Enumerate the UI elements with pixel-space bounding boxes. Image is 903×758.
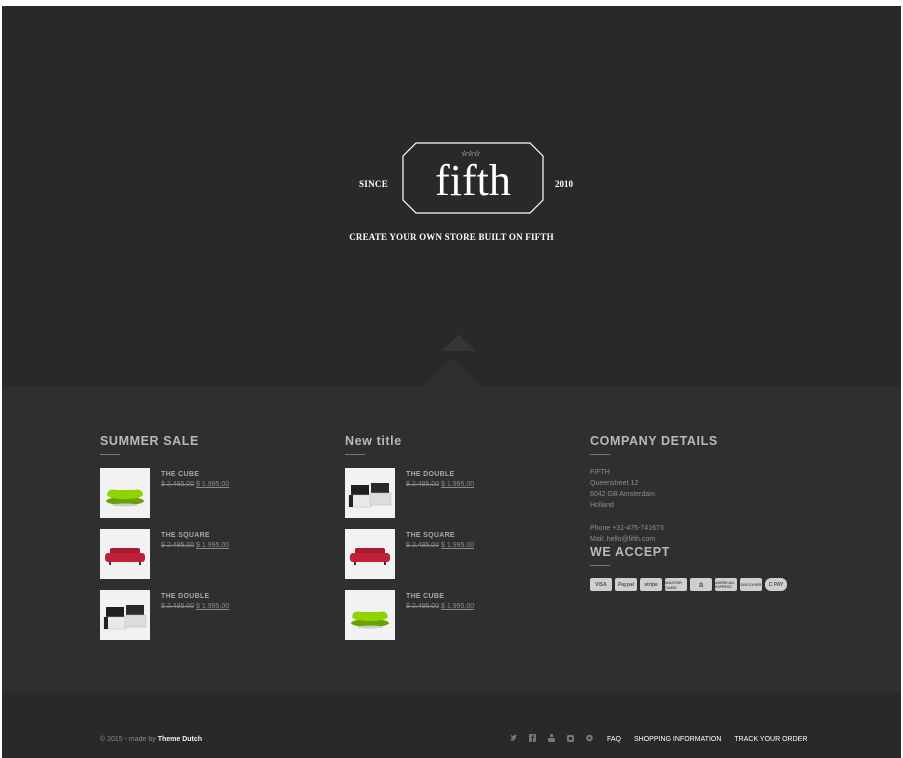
new-price[interactable]: $ 1.995,00 [441, 603, 474, 610]
product-item[interactable]: THE DOUBLE $ 2.495,00 $ 1.995,00 [100, 590, 320, 640]
summer-sale-title: SUMMER SALE [100, 434, 199, 448]
mastercard-icon: MASTER CARD [665, 578, 687, 591]
company-street: Queenstreet 12 [590, 480, 639, 487]
product-image[interactable] [345, 468, 395, 518]
logo-year: 2010 [555, 179, 573, 189]
company-city: 6042 GB Amsterdam [590, 491, 655, 498]
new-price[interactable]: $ 1.995,00 [441, 542, 474, 549]
cpay-icon: C PAY [765, 578, 787, 591]
company-address: FIFTH Queenstreet 12 6042 GB Amsterdam H… [590, 467, 787, 545]
youtube-icon[interactable] [548, 734, 555, 742]
hero-tagline: CREATE YOUR OWN STORE BUILT ON FIFTH [349, 232, 554, 242]
american-express-icon: AMERICAN EXPRESS [715, 578, 737, 591]
red-sofa-icon [350, 548, 390, 565]
green-sofa-icon [351, 611, 389, 629]
we-accept-title: WE ACCEPT [590, 545, 670, 559]
new-price[interactable]: $ 1.995,00 [441, 481, 474, 488]
discover-icon: DISCOVER [740, 578, 762, 591]
company-details-column: COMPANY DETAILS FIFTH Queenstreet 12 604… [590, 434, 787, 591]
product-price: $ 2.495,00 $ 1.995,00 [406, 603, 474, 610]
old-price: $ 2.495,00 [161, 603, 195, 610]
theme-dutch-link[interactable]: Theme Dutch [158, 736, 202, 743]
product-name: THE SQUARE [406, 532, 455, 539]
twitter-icon[interactable] [510, 734, 517, 742]
footer-links: FAQ SHOPPING INFORMATION TRACK YOUR ORDE… [607, 736, 807, 743]
product-image[interactable] [100, 468, 150, 518]
new-title-heading: New title [345, 434, 402, 448]
old-price: $ 2.495,00 [406, 603, 440, 610]
new-price[interactable]: $ 1.995,00 [196, 542, 229, 549]
payment-methods: VISA Paypal stripe MASTER CARD a AMERICA… [590, 578, 787, 591]
company-name: FIFTH [590, 469, 610, 476]
product-item[interactable]: THE CUBE $ 2.495,00 $ 1.995,00 [345, 590, 565, 640]
black-white-sofa-icon [103, 605, 147, 630]
new-price[interactable]: $ 1.995,00 [196, 603, 229, 610]
product-image[interactable] [100, 590, 150, 640]
product-name: THE DOUBLE [161, 593, 210, 600]
red-sofa-icon [105, 548, 145, 565]
instagram-icon[interactable] [567, 734, 574, 742]
old-price: $ 2.495,00 [406, 481, 440, 488]
amazon-icon: a [690, 578, 712, 591]
product-item[interactable]: THE SQUARE $ 2.495,00 $ 1.995,00 [100, 529, 320, 579]
old-price: $ 2.495,00 [161, 481, 195, 488]
footer-panel: SUMMER SALE THE CUBE $ 2.495,00 $ 1.995,… [2, 358, 901, 692]
panel-notch [422, 358, 482, 386]
copyright-text: © 2015 - made by [100, 736, 156, 743]
black-white-sofa-icon [348, 483, 392, 508]
product-image[interactable] [100, 529, 150, 579]
summer-sale-column: SUMMER SALE THE CUBE $ 2.495,00 $ 1.995,… [100, 434, 229, 645]
product-price: $ 2.495,00 $ 1.995,00 [406, 542, 474, 549]
product-name: THE DOUBLE [406, 471, 455, 478]
company-country: Holland [590, 502, 614, 509]
paypal-icon: Paypal [615, 578, 637, 591]
product-item[interactable]: THE SQUARE $ 2.495,00 $ 1.995,00 [345, 529, 565, 579]
page-frame: SINCE ☆☆☆ fifth 2010 CREATE YOUR OWN STO… [2, 6, 901, 758]
product-name: THE CUBE [406, 593, 445, 600]
copyright: © 2015 - made by Theme Dutch [100, 736, 202, 743]
title-underline [590, 565, 610, 566]
stripe-icon: stripe [640, 578, 662, 591]
product-image[interactable] [345, 529, 395, 579]
product-price: $ 2.495,00 $ 1.995,00 [161, 481, 229, 488]
logo-wordmark: fifth [435, 156, 511, 205]
product-price: $ 2.495,00 $ 1.995,00 [406, 481, 474, 488]
old-price: $ 2.495,00 [406, 542, 440, 549]
company-mail[interactable]: Mail: hello@fifth.com [590, 534, 787, 545]
green-sofa-icon [106, 489, 144, 507]
product-item[interactable]: THE CUBE $ 2.495,00 $ 1.995,00 [100, 468, 320, 518]
facebook-icon[interactable] [529, 734, 536, 742]
product-image[interactable] [345, 590, 395, 640]
hero-section: SINCE ☆☆☆ fifth 2010 CREATE YOUR OWN STO… [2, 6, 901, 386]
pinterest-icon[interactable] [586, 734, 593, 742]
product-price: $ 2.495,00 $ 1.995,00 [161, 542, 229, 549]
title-underline [590, 454, 610, 455]
company-details-title: COMPANY DETAILS [590, 434, 718, 448]
logo-since: SINCE [359, 179, 389, 189]
visa-icon: VISA [590, 578, 612, 591]
page-footer: © 2015 - made by Theme Dutch FAQ SHOPPIN… [2, 692, 901, 758]
shopping-information-link[interactable]: SHOPPING INFORMATION [634, 736, 721, 743]
new-title-column: New title THE DOUBLE $ 2.495,00 $ 1.995,… [345, 434, 474, 645]
product-price: $ 2.495,00 $ 1.995,00 [161, 603, 229, 610]
faq-link[interactable]: FAQ [607, 736, 621, 743]
old-price: $ 2.495,00 [161, 542, 195, 549]
scroll-up-arrow-icon[interactable] [442, 334, 476, 351]
product-item[interactable]: THE DOUBLE $ 2.495,00 $ 1.995,00 [345, 468, 565, 518]
product-name: THE SQUARE [161, 532, 210, 539]
company-phone: Phone +31-475-741673 [590, 525, 664, 532]
social-links [510, 734, 593, 742]
new-price[interactable]: $ 1.995,00 [196, 481, 229, 488]
product-name: THE CUBE [161, 471, 200, 478]
track-your-order-link[interactable]: TRACK YOUR ORDER [734, 736, 807, 743]
logo[interactable]: SINCE ☆☆☆ fifth 2010 [357, 141, 587, 221]
